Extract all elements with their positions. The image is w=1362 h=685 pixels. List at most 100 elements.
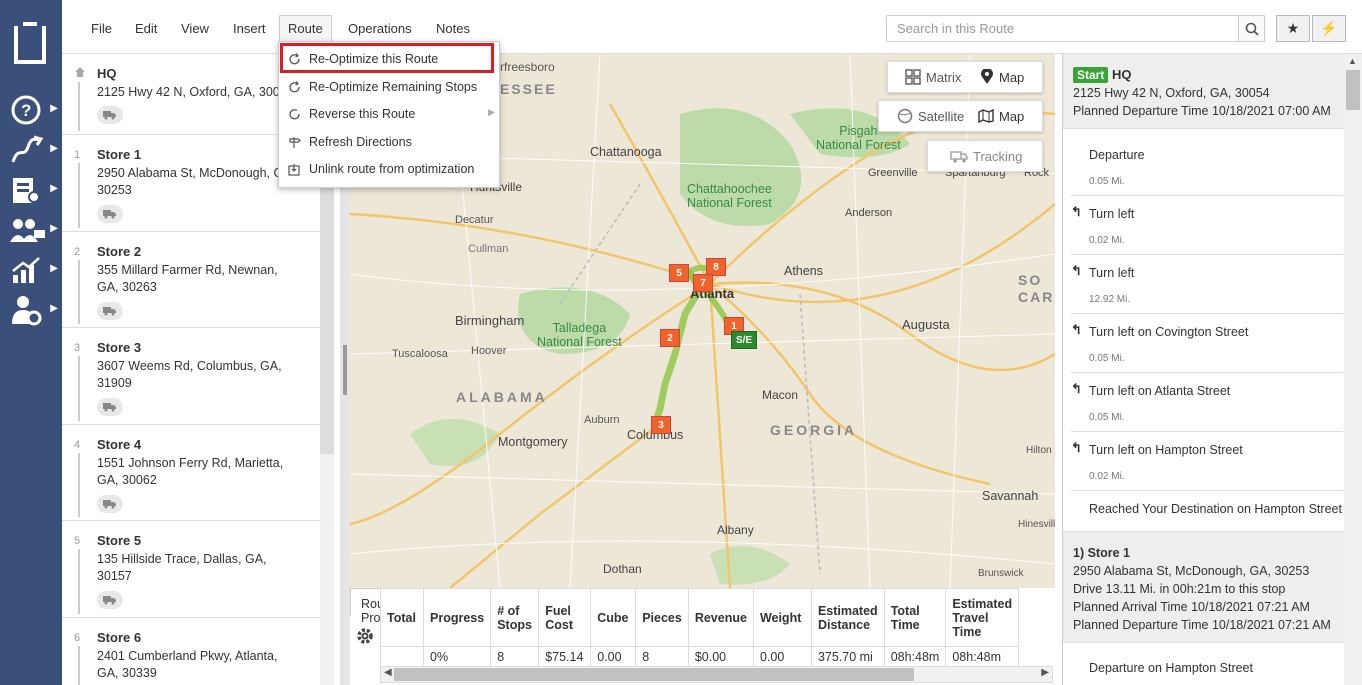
horizontal-scrollbar-thumb[interactable] bbox=[394, 668, 914, 681]
analytics-icon[interactable]: ▶ bbox=[0, 248, 62, 292]
settings-gear-icon[interactable] bbox=[355, 626, 375, 649]
home-icon bbox=[74, 66, 86, 81]
turn-left-icon: ↰ bbox=[1071, 381, 1082, 396]
highlight-box bbox=[280, 43, 494, 73]
map-label-athens: Athens bbox=[784, 264, 823, 278]
help-icon[interactable]: ? ▶ bbox=[0, 88, 62, 132]
routes-icon[interactable]: ▶ bbox=[0, 128, 62, 172]
summary-value-cell: 0% bbox=[422, 646, 492, 667]
stop-title: Store 5 bbox=[97, 533, 142, 548]
map-label-cullman: Cullman bbox=[468, 243, 509, 255]
stop1-departure: Planned Departure Time 10/18/2021 07:21 … bbox=[1073, 618, 1331, 632]
map-label-alabama: ALABAMA bbox=[456, 389, 548, 405]
summary-header-cell: # of Stops bbox=[490, 588, 540, 647]
favorite-star-icon[interactable]: ★ bbox=[1276, 15, 1310, 42]
stop-title: HQ bbox=[97, 66, 117, 81]
map-label-albany: Albany bbox=[717, 523, 754, 537]
map-label-tuscaloosa: Tuscaloosa bbox=[392, 348, 448, 360]
map-marker-start-end[interactable]: S/E bbox=[731, 331, 757, 349]
satellite-toggle[interactable]: Satellite bbox=[879, 108, 969, 124]
map-toggle[interactable]: Map bbox=[966, 69, 1024, 85]
stop-item[interactable]: 6 Store 6 2401 Cumberland Pkwy, Atlanta, G… bbox=[62, 618, 320, 685]
map-marker-2[interactable]: 2 bbox=[660, 329, 680, 347]
tracking-button[interactable]: Tracking bbox=[927, 140, 1043, 172]
stop-item[interactable]: 2 Store 2 355 Millard Farmer Rd, Newnan, G… bbox=[62, 232, 320, 328]
user-settings-icon[interactable]: ▶ bbox=[0, 288, 62, 332]
menu-file[interactable]: File bbox=[83, 19, 120, 39]
map-label-hoover: Hoover bbox=[471, 345, 507, 357]
orders-icon[interactable]: ▶ bbox=[0, 168, 62, 212]
stop-item[interactable]: 3 Store 3 3607 Weems Rd, Columbus, GA, 319… bbox=[62, 328, 320, 425]
stop1-drive: Drive 13.11 Mi. in 00h:21m to this stop bbox=[1073, 582, 1286, 596]
menu-operations[interactable]: Operations bbox=[340, 19, 420, 39]
map-label-dothan: Dothan bbox=[603, 562, 642, 576]
map-label-georgia: GEORGIA bbox=[770, 422, 858, 438]
summary-header-row: Total Progress # of Stops Fuel Cost Cube Piec… bbox=[380, 588, 1020, 647]
truck-icon[interactable] bbox=[97, 302, 123, 320]
team-fleet-icon[interactable]: ▶ bbox=[0, 208, 62, 252]
summary-header-cell: Progress bbox=[422, 588, 492, 647]
truck-icon[interactable] bbox=[97, 591, 123, 609]
turn-left-icon: ↰ bbox=[1071, 263, 1082, 278]
menu-insert[interactable]: Insert bbox=[225, 19, 274, 39]
app-logo-icon[interactable] bbox=[13, 22, 47, 66]
direction-step: Departure bbox=[1089, 148, 1145, 162]
search-input[interactable] bbox=[886, 15, 1239, 42]
map-label-auburn: Auburn bbox=[584, 414, 620, 426]
resize-grip[interactable] bbox=[343, 345, 347, 395]
map-view-toggle[interactable]: Map bbox=[969, 109, 1024, 124]
summary-values-row: 0% 8 $75.14 0.00 8 $0.00 0.00 375.70 mi 08h:48m 0… bbox=[380, 646, 1020, 667]
truck-icon[interactable] bbox=[97, 398, 123, 416]
map-label-chattahoochee: Chattahoochee National Forest bbox=[687, 182, 772, 210]
search-icon[interactable] bbox=[1238, 15, 1265, 42]
truck-icon[interactable] bbox=[97, 106, 123, 124]
stop-number: 2 bbox=[74, 246, 81, 258]
truck-icon[interactable] bbox=[97, 495, 123, 513]
stop-item[interactable]: 5 Store 5 135 Hillside Trace, Dallas, GA, … bbox=[62, 521, 320, 618]
stop-line bbox=[78, 453, 80, 517]
start-title: HQ bbox=[1111, 67, 1132, 82]
stop-address: 355 Millard Farmer Rd, Newnan, GA, 30263 bbox=[97, 263, 278, 294]
start-location-card[interactable]: Start HQ 2125 Hwy 42 N, Oxford, GA, 3005… bbox=[1063, 54, 1345, 129]
stop-address: 135 Hillside Trace, Dallas, GA, 30157 bbox=[97, 552, 267, 583]
menu-refresh-directions[interactable]: Refresh Directions bbox=[279, 129, 499, 155]
directions-scrollbar[interactable]: ▲ bbox=[1344, 54, 1362, 685]
route-summary-table: Total Progress # of Stops Fuel Cost Cube Piec… bbox=[380, 588, 1020, 667]
directions-scrollbar-thumb[interactable] bbox=[1346, 70, 1360, 110]
direction-distance: 0.05 Mi. bbox=[1089, 176, 1125, 187]
map-label-montgomery: Montgomery bbox=[498, 435, 568, 449]
map-marker-7[interactable]: 7 bbox=[693, 274, 713, 292]
menu-edit[interactable]: Edit bbox=[127, 19, 165, 39]
scroll-right-icon[interactable]: ▶ bbox=[1041, 667, 1049, 678]
menu-notes[interactable]: Notes bbox=[428, 19, 478, 39]
lightning-icon[interactable]: ⚡ bbox=[1312, 15, 1346, 42]
turn-left-icon: ↰ bbox=[1071, 322, 1082, 337]
menu-reoptimize-remaining[interactable]: Re-Optimize Remaining Stops bbox=[279, 74, 499, 100]
satellite-icon bbox=[897, 108, 913, 124]
map-label-hinesville: Hinesville bbox=[1018, 519, 1055, 530]
map-label: Map bbox=[999, 69, 1025, 85]
tracking-truck-icon bbox=[950, 150, 968, 163]
left-nav-rail: ? ▶ ▶ ▶ ▶ ▶ ▶ bbox=[0, 0, 62, 685]
stop-number: 6 bbox=[74, 632, 81, 644]
scroll-up-icon[interactable]: ▲ bbox=[1348, 56, 1357, 66]
stop-item[interactable]: 4 Store 4 1551 Johnson Ferry Rd, Marietta,… bbox=[62, 425, 320, 521]
truck-icon[interactable] bbox=[97, 205, 123, 223]
map-marker-3[interactable]: 3 bbox=[651, 416, 671, 434]
matrix-toggle[interactable]: Matrix bbox=[888, 69, 966, 85]
direction-step: Reached Your Destination on Hampton Stre… bbox=[1089, 502, 1342, 516]
stop1-address: 2950 Alabama St, McDonough, GA, 30253 bbox=[1073, 564, 1310, 578]
menu-unlink-route[interactable]: Unlink route from optimization bbox=[279, 156, 499, 182]
summary-header-cell: Estimated Distance bbox=[810, 588, 885, 647]
menu-route[interactable]: Route bbox=[279, 15, 332, 41]
map-label-birmingham: Birmingham bbox=[455, 313, 525, 328]
stop-address: 1551 Johnson Ferry Rd, Marietta, GA, 300… bbox=[97, 456, 284, 487]
stop-number: 3 bbox=[74, 342, 81, 354]
stop1-card[interactable]: 1) Store 1 2950 Alabama St, McDonough, G… bbox=[1063, 531, 1345, 643]
menu-reverse-route[interactable]: Reverse this Route ▶ bbox=[279, 101, 499, 127]
scroll-left-icon[interactable]: ◀ bbox=[384, 667, 392, 678]
map-marker-5[interactable]: 5 bbox=[669, 264, 689, 282]
menu-view[interactable]: View bbox=[173, 19, 217, 39]
submenu-arrow-icon: ▶ bbox=[488, 107, 495, 117]
direction-distance: 0.02 Mi. bbox=[1089, 235, 1125, 246]
